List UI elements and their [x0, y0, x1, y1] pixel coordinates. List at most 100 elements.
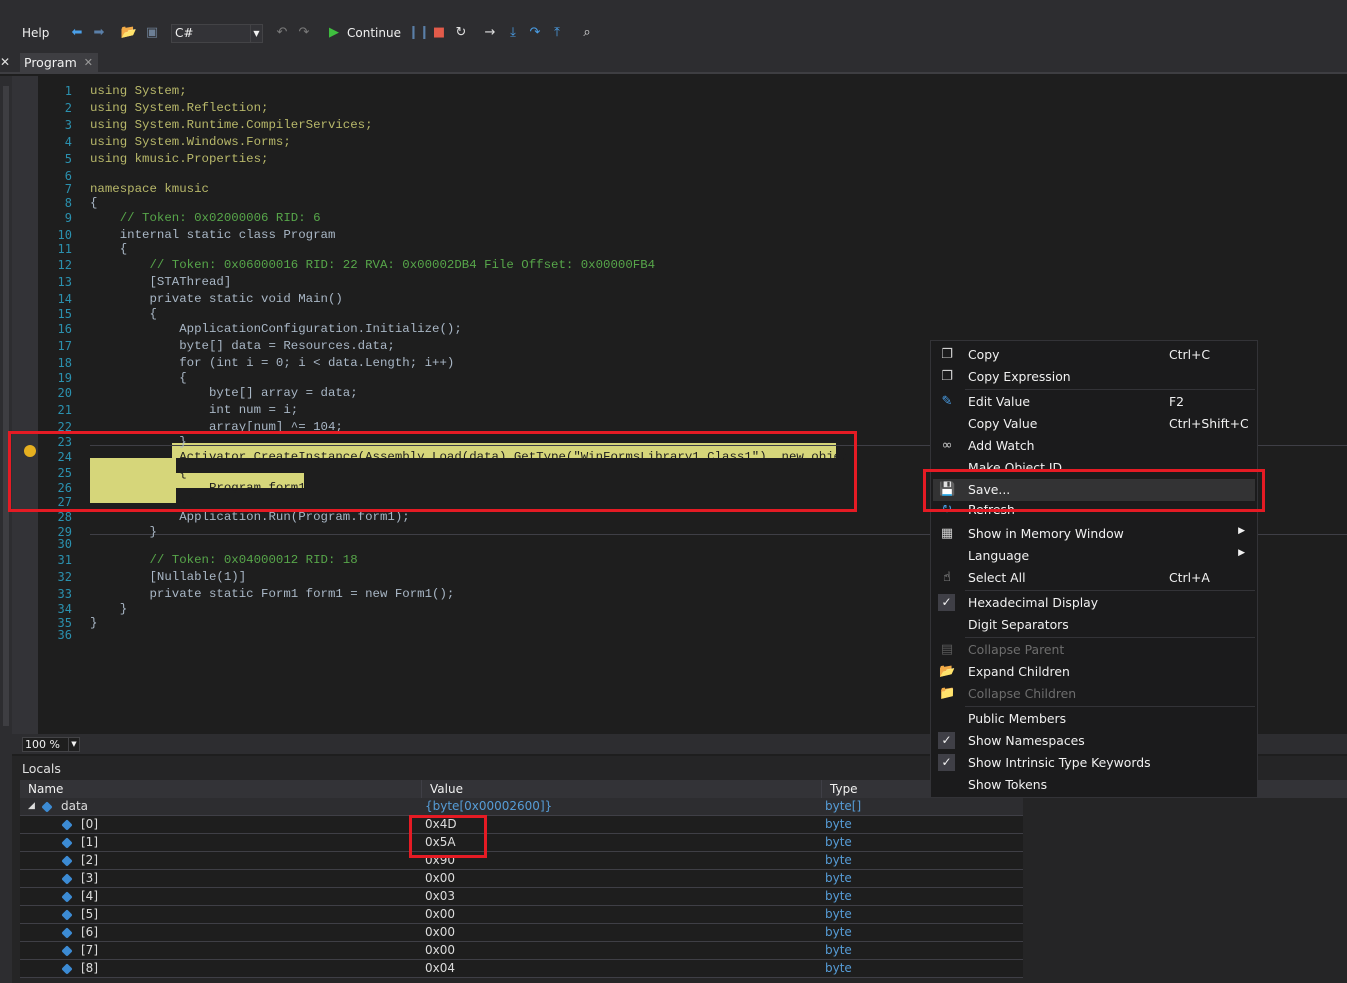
code-line: internal static class Program: [90, 228, 336, 242]
step-out-icon[interactable]: ⤒: [548, 24, 566, 42]
tab-program[interactable]: Program ✕: [20, 53, 98, 74]
local-type: byte: [825, 961, 852, 975]
menu-item-show-in-memory[interactable]: ▦ Show in Memory Window ▶: [933, 523, 1255, 545]
pause-icon[interactable]: ❙❙: [408, 24, 430, 42]
menu-item-select-all[interactable]: ☝ Select All Ctrl+A: [933, 567, 1255, 589]
table-row[interactable]: [2] 0x90 byte: [20, 852, 1023, 870]
menu-item-collapse-parent: ▤ Collapse Parent: [933, 639, 1255, 661]
menu-item-copy-expression[interactable]: ❐ Copy Expression: [933, 366, 1255, 388]
continue-button[interactable]: Continue: [347, 22, 401, 44]
redo-icon[interactable]: ↷: [295, 24, 313, 42]
table-row[interactable]: [0] 0x4D byte: [20, 816, 1023, 834]
table-row[interactable]: [4] 0x03 byte: [20, 888, 1023, 906]
zoom-value: 100 %: [25, 738, 60, 751]
close-icon[interactable]: ✕: [0, 55, 10, 71]
zoom-select[interactable]: 100 % ▼: [22, 737, 80, 752]
restart-icon[interactable]: ↻: [452, 24, 470, 42]
glasses-icon: ∞: [941, 438, 953, 453]
table-row[interactable]: [1] 0x5A byte: [20, 834, 1023, 852]
line-number: 33: [57, 587, 72, 601]
language-select[interactable]: C# ▼: [171, 24, 263, 43]
menu-item-language[interactable]: Language ▶: [933, 545, 1255, 567]
local-value[interactable]: 0x00: [425, 906, 455, 924]
undo-icon[interactable]: ↶: [273, 24, 291, 42]
folder-icon: 📁: [939, 686, 956, 701]
annotation-box: [409, 815, 487, 858]
local-value[interactable]: 0x00: [425, 924, 455, 942]
table-row[interactable]: ◢ data {byte[0x00002600]} byte[]: [20, 798, 1023, 816]
local-value: {byte[0x00002600]}: [425, 799, 553, 813]
line-number: 15: [57, 307, 72, 321]
code-line: using System.Reflection;: [90, 101, 269, 115]
field-icon: [61, 963, 73, 975]
toolbar: Help ⬅ ➡ 📂 ▣ C# ▼ ↶ ↷ ▶ Continue ❙❙ ■ ↻ …: [0, 0, 1347, 52]
table-row[interactable]: [6] 0x00 byte: [20, 924, 1023, 942]
open-folder-icon[interactable]: 📂: [120, 24, 138, 42]
copy-icon: ❐: [941, 369, 953, 384]
table-row[interactable]: [7] 0x00 byte: [20, 942, 1023, 960]
menu-item-show-intrinsic-keywords[interactable]: ✓ Show Intrinsic Type Keywords: [933, 752, 1255, 774]
code-line: }: [90, 525, 157, 539]
local-value[interactable]: 0x00: [425, 942, 455, 960]
step-into-icon[interactable]: ⤓: [504, 24, 522, 42]
table-row[interactable]: [5] 0x00 byte: [20, 906, 1023, 924]
menu-item-show-tokens[interactable]: Show Tokens: [933, 774, 1255, 796]
menu-separator: [965, 706, 1255, 707]
variable-icon: [41, 801, 53, 813]
breakpoint-gutter[interactable]: [12, 76, 38, 734]
tab-label: Program: [24, 55, 77, 70]
menu-label: Copy: [968, 347, 1000, 362]
pencil-icon: ✎: [941, 394, 953, 409]
code-line: private static Form1 form1 = new Form1()…: [90, 587, 455, 601]
line-number: 18: [57, 356, 72, 370]
menu-item-expand-children[interactable]: 📂 Expand Children: [933, 661, 1255, 683]
menu-label: Expand Children: [968, 664, 1070, 679]
menu-item-show-namespaces[interactable]: ✓ Show Namespaces: [933, 730, 1255, 752]
code-line: using System.Windows.Forms;: [90, 135, 291, 149]
field-icon: [61, 891, 73, 903]
save-all-icon[interactable]: ▣: [143, 24, 161, 42]
menu-item-copy[interactable]: ❐ Copy Ctrl+C: [933, 344, 1255, 366]
menu-separator: [965, 389, 1255, 390]
check-icon: ✓: [938, 732, 955, 749]
close-icon[interactable]: ✕: [84, 53, 93, 73]
menu-item-public-members[interactable]: Public Members: [933, 708, 1255, 730]
table-row[interactable]: [8] 0x04 byte: [20, 960, 1023, 978]
menu-label: Collapse Parent: [968, 642, 1065, 657]
menu-item-add-watch[interactable]: ∞ Add Watch: [933, 435, 1255, 457]
menu-item-hex-display[interactable]: ✓ Hexadecimal Display: [933, 592, 1255, 614]
field-icon: [61, 909, 73, 921]
line-number: 19: [57, 371, 72, 385]
menu-separator: [965, 637, 1255, 638]
local-value[interactable]: 0x03: [425, 888, 455, 906]
forward-icon[interactable]: ➡: [90, 24, 108, 42]
table-row[interactable]: [3] 0x00 byte: [20, 870, 1023, 888]
menu-label: Copy Value: [968, 416, 1038, 431]
back-icon[interactable]: ⬅: [68, 24, 86, 42]
scrollbar-thumb[interactable]: [3, 86, 9, 726]
menu-label: Collapse Children: [968, 686, 1077, 701]
step-over-icon[interactable]: ↷: [526, 24, 544, 42]
menu-item-copy-value[interactable]: Copy Value Ctrl+Shift+C: [933, 413, 1255, 435]
column-header-name[interactable]: Name: [20, 780, 422, 798]
menu-label: Show Namespaces: [968, 733, 1085, 748]
column-header-value[interactable]: Value: [422, 780, 822, 798]
menu-item-digit-separators[interactable]: Digit Separators: [933, 614, 1255, 636]
line-number: 36: [57, 628, 72, 642]
local-value[interactable]: 0x00: [425, 870, 455, 888]
locals-title: Locals: [22, 761, 61, 776]
help-menu[interactable]: Help: [22, 22, 49, 44]
menu-separator: [965, 590, 1255, 591]
menu-shortcut: F2: [1169, 394, 1185, 409]
code-line: [Nullable(1)]: [90, 570, 247, 584]
local-value[interactable]: 0x04: [425, 960, 455, 978]
tab-bar: [0, 52, 1347, 74]
search-icon[interactable]: ⌕: [578, 24, 596, 42]
show-next-statement-icon[interactable]: →: [481, 24, 499, 42]
local-name: [4]: [81, 889, 98, 903]
line-number: 11: [57, 242, 72, 256]
menu-item-edit-value[interactable]: ✎ Edit Value F2: [933, 391, 1255, 413]
play-icon[interactable]: ▶: [325, 24, 343, 42]
stop-icon[interactable]: ■: [430, 24, 448, 42]
expand-arrow-icon[interactable]: ◢: [28, 798, 35, 816]
